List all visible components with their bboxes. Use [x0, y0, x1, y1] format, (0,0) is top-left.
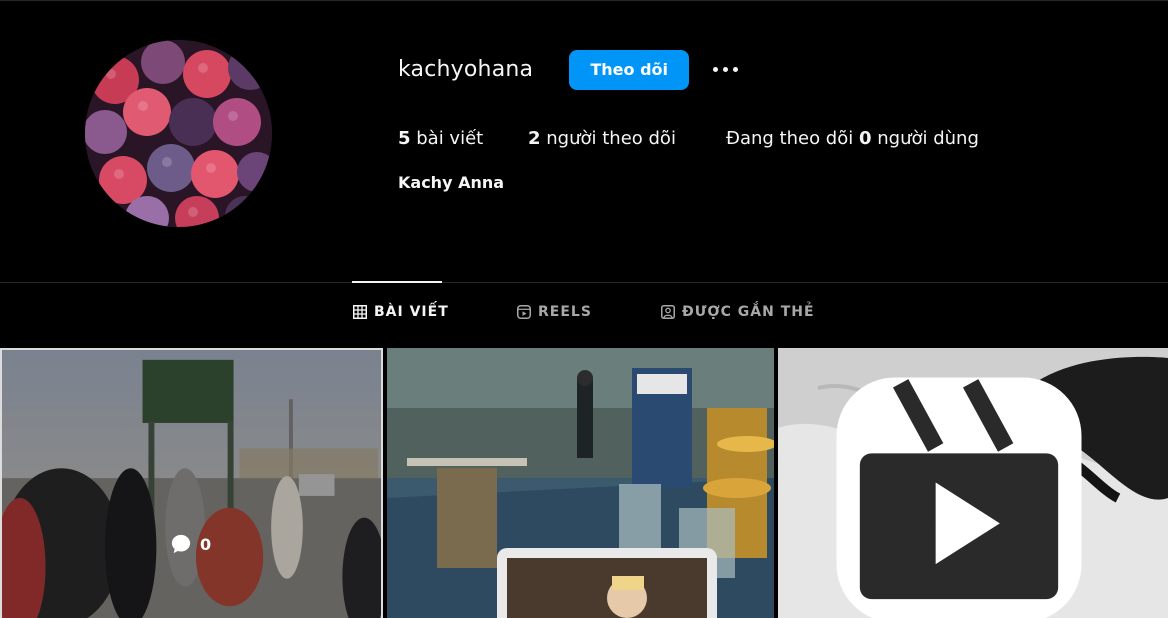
profile-page: kachyohana Theo dõi 5 bài viết 2 người t…: [0, 0, 1168, 618]
tab-posts[interactable]: BÀI VIẾT: [353, 304, 449, 320]
post-thumbnail[interactable]: [387, 348, 774, 618]
profile-avatar[interactable]: [85, 40, 272, 227]
tab-reels-label: REELS: [538, 304, 592, 320]
tab-tagged[interactable]: ĐƯỢC GẮN THẺ: [661, 304, 815, 320]
followers-stat[interactable]: 2 người theo dõi: [528, 128, 726, 149]
following-prefix: Đang theo dõi: [726, 127, 859, 149]
post-hover-stats: 0: [170, 533, 211, 555]
reel-badge-icon: [836, 377, 1082, 618]
following-stat[interactable]: Đang theo dõi 0 người dùng: [726, 128, 979, 149]
profile-stats: 5 bài viết 2 người theo dõi Đang theo dõ…: [398, 125, 979, 151]
dot: [733, 67, 739, 72]
post-image-street: [2, 350, 381, 618]
tab-tagged-label: ĐƯỢC GẮN THẺ: [682, 304, 815, 320]
comment-icon: [171, 534, 191, 554]
following-suffix: người dùng: [871, 127, 979, 149]
post-thumbnail[interactable]: 0: [0, 348, 383, 618]
tab-posts-label: BÀI VIẾT: [374, 304, 449, 320]
active-tab-indicator: [352, 281, 442, 283]
post-thumbnail[interactable]: [778, 348, 1168, 618]
following-count: 0: [858, 127, 872, 149]
full-name: Kachy Anna: [398, 173, 505, 192]
dot: [723, 67, 729, 72]
grid-icon: [353, 305, 367, 319]
posts-count: 5: [398, 127, 411, 149]
tab-reels[interactable]: REELS: [517, 304, 592, 320]
username-row: kachyohana Theo dõi: [398, 49, 740, 90]
posts-label: bài viết: [410, 127, 484, 149]
reels-icon: [517, 305, 531, 319]
tagged-icon: [661, 305, 675, 319]
posts-count-stat: 5 bài viết: [398, 128, 528, 149]
more-options-icon[interactable]: [711, 50, 740, 90]
username: kachyohana: [398, 57, 534, 82]
followers-label: người theo dõi: [540, 127, 676, 149]
followers-count: 2: [528, 127, 541, 149]
avatar-raspberries-image: [85, 40, 272, 227]
tabs-divider: [0, 282, 1168, 283]
dot: [713, 67, 719, 72]
post-image-foodcourt: [387, 348, 774, 618]
follow-button[interactable]: Theo dõi: [569, 49, 690, 90]
comment-count: 0: [200, 534, 212, 554]
